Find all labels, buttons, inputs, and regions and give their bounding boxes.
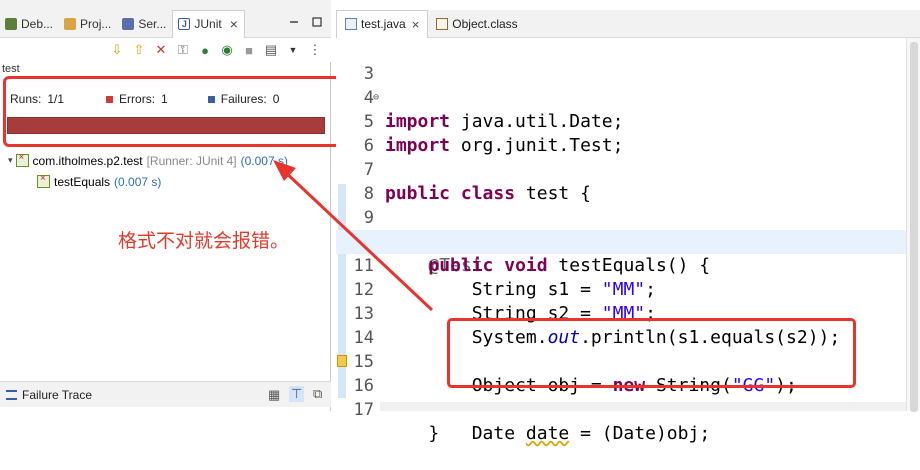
tab-label: Proj... xyxy=(80,16,112,31)
next-failure-icon[interactable]: ⇩ xyxy=(109,42,125,58)
scroll-thumb[interactable] xyxy=(910,42,918,412)
tab-servers[interactable]: Ser... xyxy=(117,10,172,37)
code-text: Date xyxy=(471,423,526,444)
test-method-time: (0.007 s) xyxy=(114,174,162,189)
minimize-icon[interactable] xyxy=(289,17,299,27)
code-line: 4 xyxy=(336,62,920,108)
code-line: 8 xyxy=(336,158,920,204)
tab-label: Deb... xyxy=(21,16,54,31)
tab-label: Ser... xyxy=(138,16,167,31)
line-number: 17 xyxy=(353,400,374,420)
previous-failure-icon[interactable]: ⇧ xyxy=(131,42,147,58)
runner-label: [Runner: JUnit 4] xyxy=(146,153,237,168)
code-line-current: 11 String s1 = "MM"; xyxy=(336,230,920,300)
tab-debug[interactable]: Deb... xyxy=(0,10,59,37)
code-line: 6 xyxy=(336,110,920,156)
window-top-toolbar xyxy=(0,0,331,10)
editor-tabbar: test.java × Object.class xyxy=(336,9,920,38)
test-suite-error-icon xyxy=(15,152,29,167)
code-text: = (Date) xyxy=(569,423,667,444)
code-line: 9 ⊖ @Test xyxy=(336,182,920,276)
debug-icon xyxy=(5,17,17,30)
tab-project-explorer[interactable]: Proj... xyxy=(59,10,117,37)
stats-highlight-box xyxy=(3,76,341,147)
show-failures-only-icon[interactable]: ✕ xyxy=(153,42,169,58)
failure-trace-icon xyxy=(6,390,17,400)
code-text: ; xyxy=(699,423,711,444)
class-file-icon xyxy=(436,17,449,30)
tab-label: JUnit xyxy=(194,17,222,31)
server-icon xyxy=(122,17,135,30)
folder-icon xyxy=(64,17,77,30)
test-class-time: (0.007 s) xyxy=(240,153,288,168)
close-icon[interactable]: × xyxy=(412,17,420,32)
junit-icon: J xyxy=(178,18,191,30)
test-error-icon xyxy=(37,173,50,188)
close-icon[interactable]: × xyxy=(230,16,238,32)
stop-icon[interactable]: ■ xyxy=(241,42,257,58)
junit-view: Deb... Proj... Ser... J JUnit × ⇩ ⇧ ✕ ⚿ … xyxy=(0,0,331,411)
failure-trace-header: Failure Trace ▦ ⊤ ⧉ xyxy=(0,381,331,407)
history-icon[interactable]: ▤ xyxy=(263,42,279,58)
line-code: } xyxy=(385,422,439,446)
code-line: 5 import org.junit.Test; xyxy=(336,86,920,156)
junit-toolbar: ⇩ ⇧ ✕ ⚿ ● ◉ ■ ▤ ▼ ⋮ xyxy=(0,38,331,62)
test-tree: ▾ com.itholmes.p2.test [Runner: JUnit 4]… xyxy=(8,150,288,192)
code-line: 13 System.out.println(s1.equals(s2)); xyxy=(336,278,920,348)
tree-row-test-method[interactable]: testEquals (0.007 s) xyxy=(8,171,288,192)
horizontal-scrollbar[interactable] xyxy=(380,402,906,411)
test-class-name: com.itholmes.p2.test xyxy=(32,153,143,168)
test-method-name: testEquals xyxy=(54,174,111,189)
scroll-lock-icon[interactable]: ⚿ xyxy=(175,42,191,58)
annotation-text: 格式不对就会报错。 xyxy=(118,231,290,252)
variable-unused-warning: date xyxy=(525,423,570,444)
vertical-scrollbar[interactable] xyxy=(906,38,920,412)
code-line: 12 String s2 = "MM"; xyxy=(336,254,920,324)
rerun-test-icon[interactable]: ● xyxy=(197,42,213,58)
tree-row-test-class[interactable]: ▾ com.itholmes.p2.test [Runner: JUnit 4]… xyxy=(8,150,288,171)
code-line: 7 public class test { xyxy=(336,134,920,204)
history-dropdown-icon[interactable]: ▼ xyxy=(285,42,301,58)
tab-label: test.java xyxy=(361,17,406,31)
compare-result-icon[interactable]: ▦ xyxy=(268,387,280,403)
view-menu-icon[interactable]: ⋮ xyxy=(307,42,323,58)
variable: obj xyxy=(666,423,700,444)
tab-label: Object.class xyxy=(452,16,518,31)
tab-object-class[interactable]: Object.class xyxy=(428,10,525,38)
tab-junit[interactable]: J JUnit × xyxy=(172,9,245,38)
view-tabbar: Deb... Proj... Ser... J JUnit × xyxy=(0,9,331,38)
code-highlight-box xyxy=(447,318,856,388)
copy-trace-icon[interactable]: ⧉ xyxy=(313,386,322,402)
failure-trace-title: Failure Trace xyxy=(22,387,93,402)
code-line: 10 public void testEquals() { xyxy=(336,206,920,276)
warning-marker-icon[interactable] xyxy=(337,355,347,367)
test-context-label: test xyxy=(2,63,20,75)
collapse-icon[interactable]: ▾ xyxy=(8,155,13,166)
tab-test-java[interactable]: test.java × xyxy=(336,9,429,38)
java-file-icon xyxy=(345,18,357,30)
rerun-failed-first-icon[interactable]: ◉ xyxy=(219,42,235,58)
filter-stack-icon[interactable]: ⊤ xyxy=(289,386,305,402)
maximize-icon[interactable] xyxy=(312,17,322,27)
code-text: } xyxy=(428,423,440,444)
code-line: 3 ⊖ import java.util.Date; xyxy=(336,38,920,132)
